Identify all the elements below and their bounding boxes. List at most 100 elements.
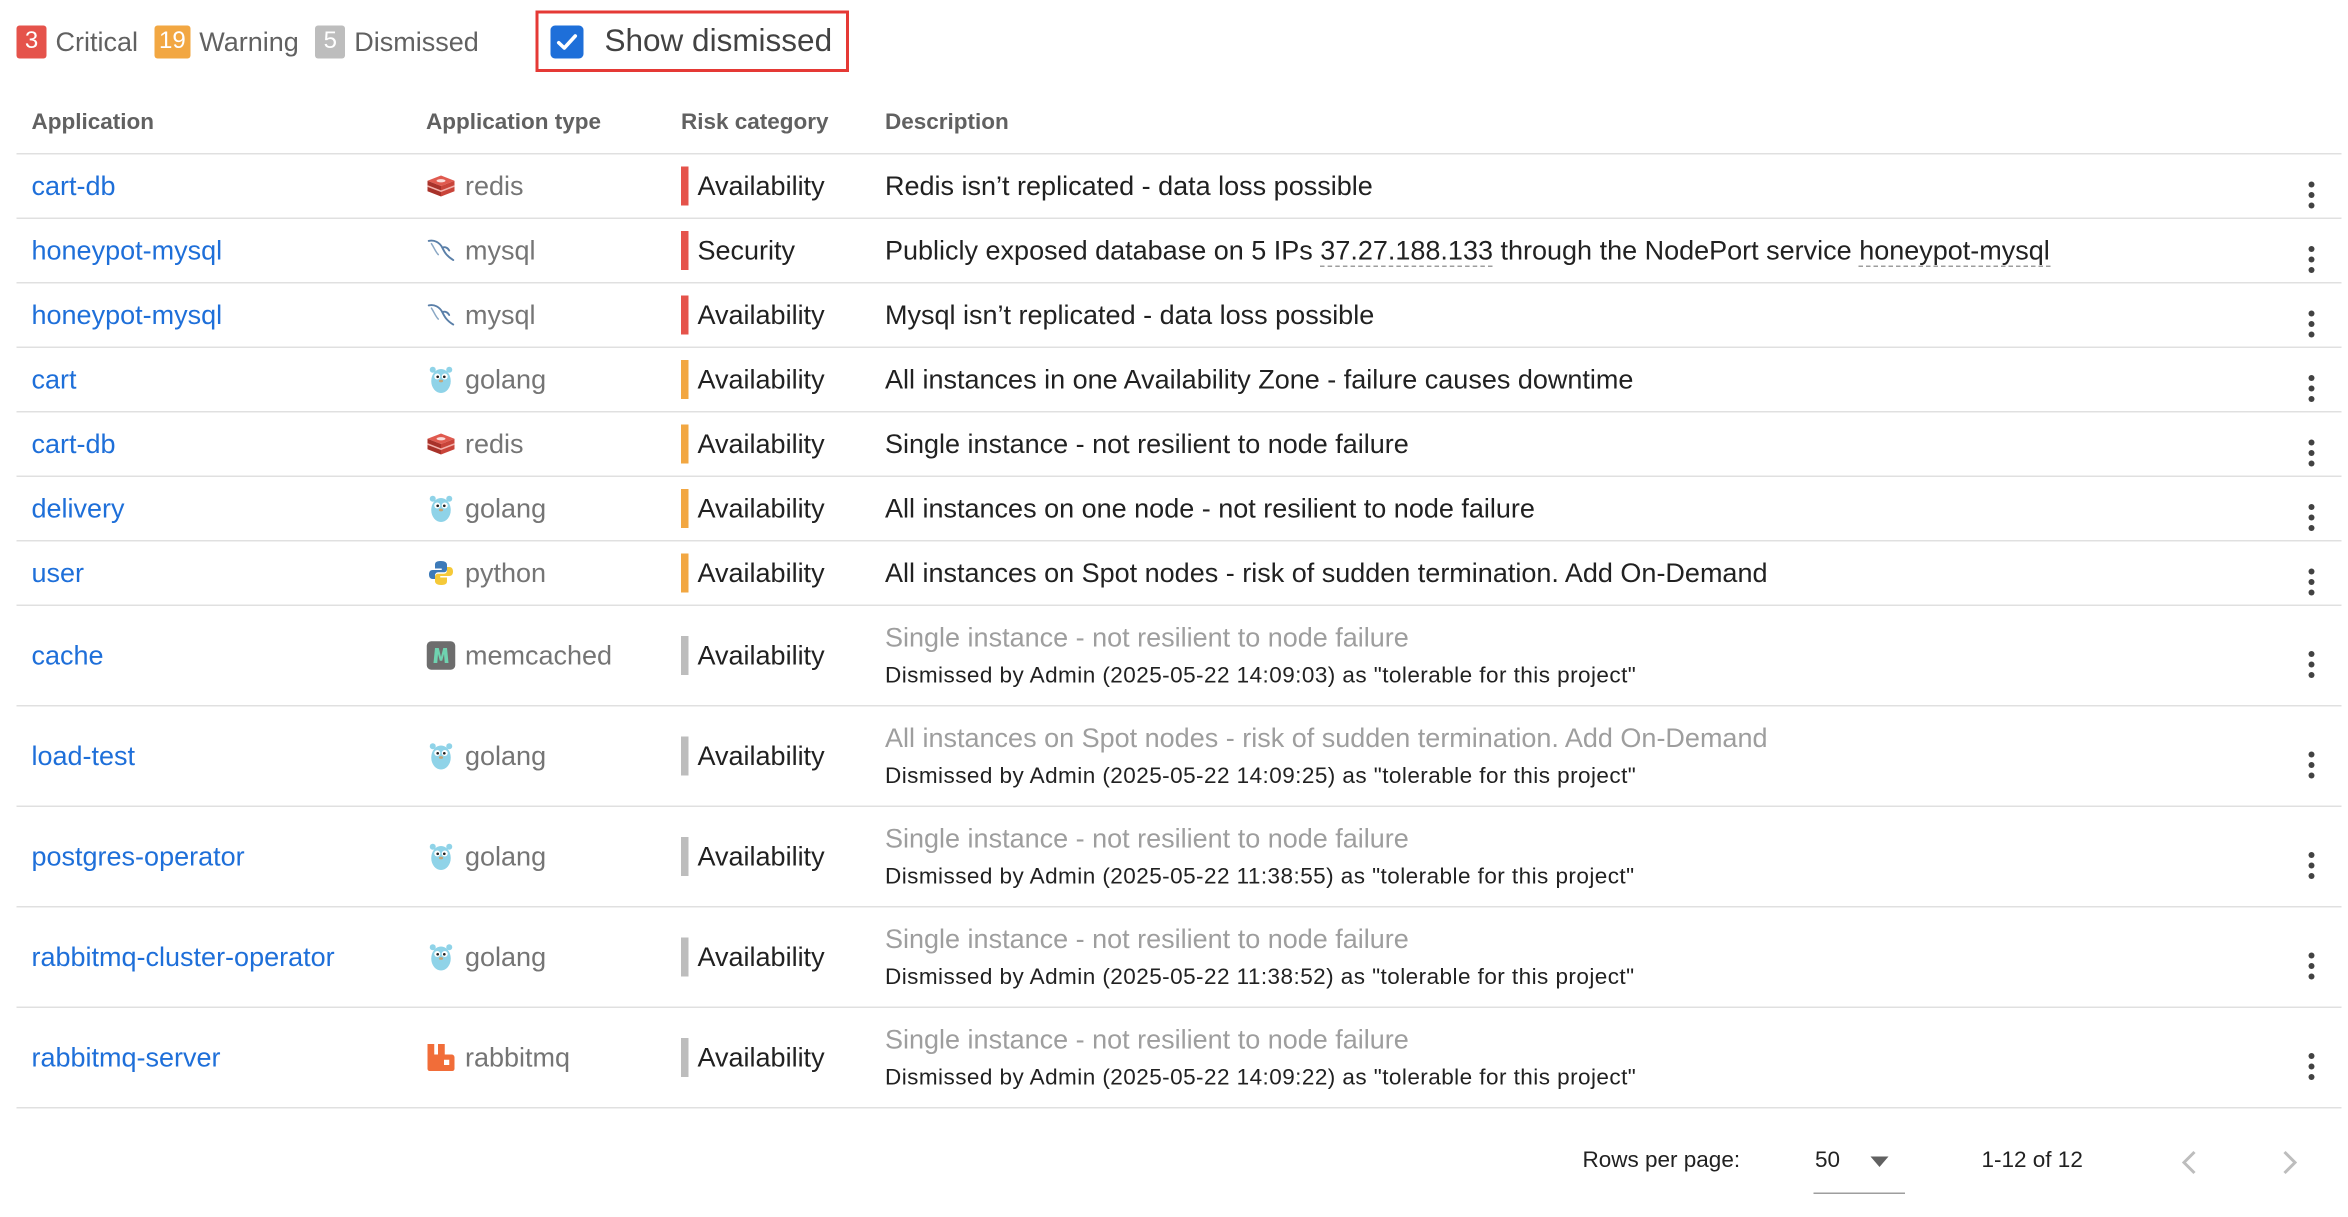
application-link[interactable]: rabbitmq-cluster-operator [32, 941, 335, 971]
table-row[interactable]: load-test golang Availability All instances… [16, 705, 2342, 807]
more-vert-icon[interactable] [2308, 310, 2315, 338]
description-text: All instances in one Availability Zone -… [885, 363, 1634, 394]
application-link[interactable]: postgres-operator [32, 841, 245, 871]
more-vert-icon[interactable] [2308, 651, 2315, 678]
table-header-row: Application Application type Risk catego… [16, 90, 2342, 155]
description-cell: Single instance - not resilient to node … [870, 806, 2282, 908]
table-row[interactable]: cart-db redis Availability Single instance … [16, 411, 2342, 477]
severity-indicator [681, 937, 689, 977]
rows-per-page-select[interactable]: 50 [1813, 1136, 1905, 1194]
application-type-cell: golang [411, 806, 666, 908]
table-row[interactable]: delivery golang Availability All instances … [16, 476, 2342, 542]
show-dismissed-checkbox[interactable] [550, 24, 584, 58]
app-risks-page: 3 Critical 19 Warning 5 Dismissed Show d… [0, 0, 2348, 1217]
more-vert-icon[interactable] [2308, 568, 2315, 596]
more-vert-icon[interactable] [2308, 439, 2315, 467]
risk-category-label: Availability [697, 492, 825, 523]
chevron-right-icon [2283, 1150, 2298, 1175]
memcached-icon [426, 641, 456, 671]
application-cell: delivery [16, 476, 411, 542]
table-row[interactable]: cache memcached Availability Single instanc… [16, 605, 2342, 707]
table-row[interactable]: cart-db redis Availability Redis isn’t repl… [16, 153, 2342, 219]
previous-page-button[interactable] [2172, 1145, 2208, 1181]
description-cell: Publicly exposed database on 5 IPs 37.27… [870, 218, 2282, 284]
description-cell: Mysql isn’t replicated - data loss possi… [870, 282, 2282, 348]
more-vert-icon[interactable] [2308, 1053, 2315, 1080]
table-row[interactable]: rabbitmq-cluster-operator golang Availabil… [16, 906, 2342, 1008]
application-link[interactable]: user [32, 557, 85, 587]
application-type-cell: mysql [411, 282, 666, 348]
row-actions-cell [2281, 411, 2342, 477]
column-header-application[interactable]: Application [16, 90, 411, 155]
application-cell: cart [16, 347, 411, 413]
application-link[interactable]: cart-db [32, 170, 116, 200]
next-page-button[interactable] [2271, 1145, 2307, 1181]
table-row[interactable]: postgres-operator golang Availability Singl… [16, 806, 2342, 908]
application-cell: honeypot-mysql [16, 282, 411, 348]
application-link[interactable]: delivery [32, 493, 125, 523]
description-cell: Single instance - not resilient to node … [870, 1007, 2282, 1109]
application-type-label: redis [465, 428, 524, 459]
description-text: Publicly exposed database on 5 IPs 37.27… [885, 234, 2050, 267]
dismissed-filter[interactable]: 5 Dismissed [315, 25, 479, 59]
table-row[interactable]: honeypot-mysql mysql Availability Mysql isn… [16, 282, 2342, 348]
more-vert-icon[interactable] [2308, 246, 2315, 273]
column-header-risk-category[interactable]: Risk category [666, 90, 870, 155]
description-cell: Redis isn’t replicated - data loss possi… [870, 153, 2282, 219]
application-type-label: python [465, 557, 547, 588]
show-dismissed-toggle[interactable]: Show dismissed [535, 10, 849, 72]
rabbitmq-icon [426, 1043, 456, 1073]
golang-icon [426, 842, 456, 872]
more-vert-icon[interactable] [2308, 852, 2315, 879]
dismissal-note: Dismissed by Admin (2025-05-22 14:09:22)… [885, 1065, 1637, 1091]
risk-category-cell: Availability [666, 476, 870, 542]
application-link[interactable]: cart-db [32, 428, 116, 458]
application-cell: load-test [16, 705, 411, 807]
risk-category-label: Availability [697, 363, 825, 394]
application-link[interactable]: load-test [32, 740, 136, 770]
more-vert-icon[interactable] [2308, 181, 2315, 209]
nodeport-service[interactable]: honeypot-mysql [1859, 234, 2050, 267]
application-cell: postgres-operator [16, 806, 411, 908]
description-cell: All instances on one node - not resilien… [870, 476, 2282, 542]
risk-category-label: Availability [697, 1041, 825, 1072]
more-vert-icon[interactable] [2308, 375, 2315, 402]
row-actions-cell [2281, 153, 2342, 219]
application-link[interactable]: honeypot-mysql [32, 299, 223, 329]
risks-table: Application Application type Risk catego… [16, 90, 2342, 1109]
application-type-cell: golang [411, 347, 666, 413]
critical-filter[interactable]: 3 Critical [16, 25, 138, 59]
description-cell: Single instance - not resilient to node … [870, 411, 2282, 477]
rows-per-page-value: 50 [1815, 1147, 1841, 1174]
table-row[interactable]: user python Availability All instances on S… [16, 540, 2342, 606]
more-vert-icon[interactable] [2308, 504, 2315, 531]
more-vert-icon[interactable] [2308, 952, 2315, 980]
application-link[interactable]: cart [32, 364, 77, 394]
application-link[interactable]: rabbitmq-server [32, 1042, 221, 1072]
table-row[interactable]: cart golang Availability All instances in o… [16, 347, 2342, 413]
application-link[interactable]: cache [32, 640, 104, 670]
dismissed-label: Dismissed [354, 26, 479, 57]
application-cell: rabbitmq-server [16, 1007, 411, 1109]
application-type-cell: redis [411, 153, 666, 219]
application-type-label: golang [465, 740, 547, 771]
severity-indicator [681, 837, 689, 876]
show-dismissed-label: Show dismissed [604, 23, 833, 58]
risk-category-cell: Availability [666, 153, 870, 219]
application-type-cell: python [411, 540, 666, 606]
more-vert-icon[interactable] [2308, 751, 2315, 779]
application-link[interactable]: honeypot-mysql [32, 235, 223, 265]
description-cell: All instances in one Availability Zone -… [870, 347, 2282, 413]
severity-indicator [681, 553, 689, 593]
severity-indicator [681, 1038, 689, 1077]
warning-filter[interactable]: 19 Warning [154, 25, 299, 59]
severity-indicator [681, 636, 689, 675]
exposed-ip[interactable]: 37.27.188.133 [1320, 234, 1493, 267]
table-row[interactable]: rabbitmq-server rabbitmq Availability Singl… [16, 1007, 2342, 1109]
column-header-description[interactable]: Description [870, 90, 2282, 155]
page-range: 1-12 of 12 [1981, 1147, 2083, 1174]
row-actions-cell [2281, 806, 2342, 908]
column-header-application-type[interactable]: Application type [411, 90, 666, 155]
python-icon [426, 558, 456, 588]
table-row[interactable]: honeypot-mysql mysql Security Publicly expo… [16, 218, 2342, 284]
